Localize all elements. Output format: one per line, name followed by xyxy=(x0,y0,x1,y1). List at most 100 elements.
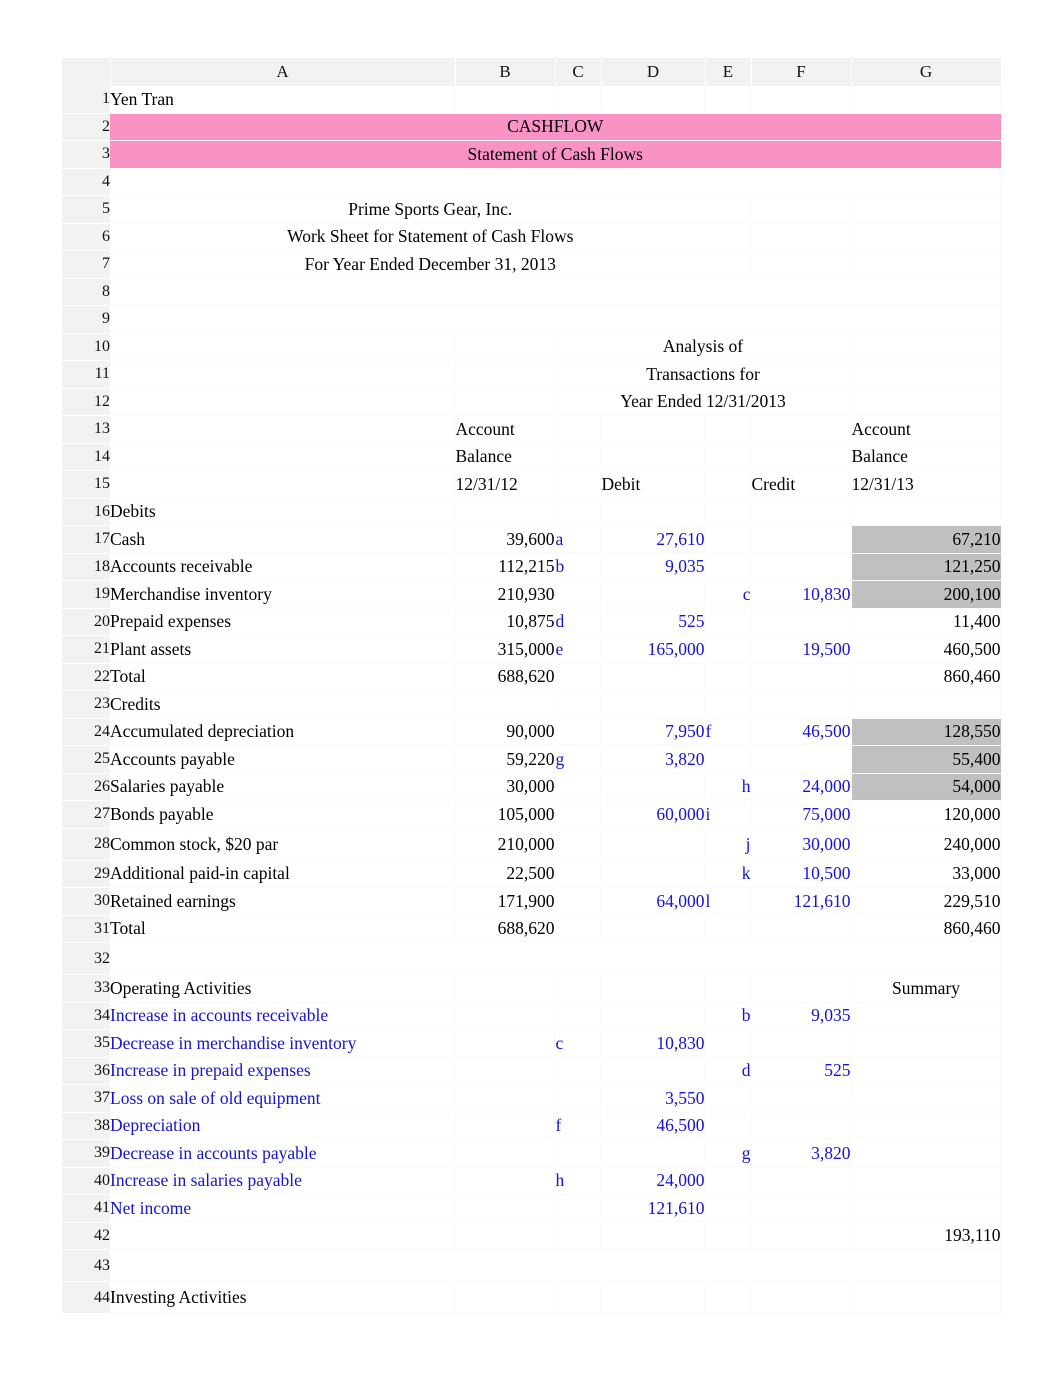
cell-credit-key[interactable] xyxy=(705,525,752,554)
cell-operating-item[interactable]: Decrease in accounts payable xyxy=(110,1139,456,1168)
row-header-13[interactable]: 13 xyxy=(62,415,110,444)
cell-operating-debit-key[interactable] xyxy=(555,1057,602,1085)
cell-a14[interactable] xyxy=(110,443,456,471)
cell-b42[interactable] xyxy=(455,1222,556,1250)
cell-operating-debit[interactable]: 10,830 xyxy=(601,1029,706,1058)
cell-operating-credit[interactable]: 525 xyxy=(751,1057,852,1085)
cell-b34[interactable] xyxy=(455,1002,556,1030)
cell-operating-item[interactable]: Loss on sale of old equipment xyxy=(110,1084,456,1113)
cell-summary-header[interactable]: Summary xyxy=(851,974,1002,1003)
row-header-14[interactable]: 14 xyxy=(62,443,110,471)
cell-b44[interactable] xyxy=(455,1281,556,1314)
cell-row32-blank[interactable] xyxy=(110,942,1002,975)
row-header-15[interactable]: 15 xyxy=(62,470,110,499)
cell-operating-debit-key[interactable] xyxy=(555,1002,602,1030)
cell-account-name[interactable]: Salaries payable xyxy=(110,773,456,801)
row-header-24[interactable]: 24 xyxy=(62,718,110,746)
cell-e23[interactable] xyxy=(705,690,752,719)
cell-operating-credit-key[interactable]: g xyxy=(705,1139,752,1168)
cell-g37[interactable] xyxy=(851,1084,1002,1113)
cell-a12[interactable] xyxy=(110,388,456,416)
cell-b40[interactable] xyxy=(455,1167,556,1195)
cell-analysis-line2[interactable]: Transactions for xyxy=(555,360,852,389)
cell-balance-12312013[interactable]: 11,400 xyxy=(851,608,1002,636)
cell-e1[interactable] xyxy=(705,86,752,114)
cell-balance-12312012[interactable]: 315,000 xyxy=(455,635,556,664)
cell-credit-amount[interactable]: 46,500 xyxy=(751,718,852,746)
cell-operating-item[interactable]: Increase in salaries payable xyxy=(110,1167,456,1195)
cell-g40[interactable] xyxy=(851,1167,1002,1195)
cell-balance-12312012[interactable]: 10,875 xyxy=(455,608,556,636)
cell-e22[interactable] xyxy=(705,663,752,691)
row-header-42[interactable]: 42 xyxy=(62,1222,110,1250)
cell-credit-amount[interactable] xyxy=(751,525,852,554)
spreadsheet-sheet[interactable]: A B C D E F G 1 Yen Tran 2 CASHFLOW 3 St… xyxy=(62,58,1002,1314)
cell-entry-key[interactable]: k xyxy=(705,860,752,888)
cell-balance-12312012[interactable]: 39,600 xyxy=(455,525,556,554)
cell-debit-key[interactable]: d xyxy=(555,608,602,636)
cell-operating-credit-key[interactable] xyxy=(705,1194,752,1223)
cell-credit-amount[interactable] xyxy=(751,608,852,636)
row-header-3[interactable]: 3 xyxy=(62,140,110,169)
cell-d16[interactable] xyxy=(601,498,706,526)
cell-company-name[interactable]: Prime Sports Gear, Inc. xyxy=(110,195,752,224)
row-header-25[interactable]: 25 xyxy=(62,745,110,774)
cell-operating-debit[interactable]: 24,000 xyxy=(601,1167,706,1195)
row-header-28[interactable]: 28 xyxy=(62,828,110,861)
cell-operating-credit[interactable] xyxy=(751,1112,852,1140)
cell-f14[interactable] xyxy=(751,443,852,471)
cell-debit-amount[interactable]: 165,000 xyxy=(601,635,706,664)
cell-balance-label-left[interactable]: Balance xyxy=(455,443,556,471)
cell-b23[interactable] xyxy=(455,690,556,719)
cell-g5[interactable] xyxy=(851,195,1002,224)
cell-debit-key[interactable]: b xyxy=(555,553,602,581)
cell-c13[interactable] xyxy=(555,415,602,444)
cell-c26[interactable] xyxy=(555,773,602,801)
cell-operating-debit-key[interactable] xyxy=(555,1084,602,1113)
cell-account-name[interactable]: Additional paid-in capital xyxy=(110,860,456,888)
cell-b1[interactable] xyxy=(455,86,556,114)
cell-operating-item[interactable]: Increase in accounts receivable xyxy=(110,1002,456,1030)
cell-operating-debit-key[interactable]: h xyxy=(555,1167,602,1195)
row-header-19[interactable]: 19 xyxy=(62,580,110,609)
cell-total-balance-12312013[interactable]: 860,460 xyxy=(851,915,1002,943)
cell-credit-key[interactable]: c xyxy=(705,580,752,609)
cell-c44[interactable] xyxy=(555,1281,602,1314)
cell-operating-debit-key[interactable] xyxy=(555,1194,602,1223)
column-header-f[interactable]: F xyxy=(751,58,852,86)
row-header-9[interactable]: 9 xyxy=(62,305,110,334)
cell-operating-debit-key[interactable] xyxy=(555,1139,602,1168)
cell-f22[interactable] xyxy=(751,663,852,691)
row-header-20[interactable]: 20 xyxy=(62,608,110,636)
row-header-7[interactable]: 7 xyxy=(62,250,110,279)
cell-g44[interactable] xyxy=(851,1281,1002,1314)
cell-balance-12312013[interactable]: 200,100 xyxy=(851,580,1002,609)
cell-credit-amount[interactable]: 24,000 xyxy=(751,773,852,801)
cell-d23[interactable] xyxy=(601,690,706,719)
cell-account-name[interactable]: Cash xyxy=(110,525,456,554)
column-header-c[interactable]: C xyxy=(555,58,602,86)
cell-g23[interactable] xyxy=(851,690,1002,719)
cell-f13[interactable] xyxy=(751,415,852,444)
cell-operating-credit-key[interactable]: d xyxy=(705,1057,752,1085)
cell-e15[interactable] xyxy=(705,470,752,499)
cell-g35[interactable] xyxy=(851,1029,1002,1058)
cell-balance-12312012[interactable]: 105,000 xyxy=(455,800,556,829)
cell-debit-header[interactable]: Debit xyxy=(601,470,706,499)
cell-c22[interactable] xyxy=(555,663,602,691)
cell-g36[interactable] xyxy=(851,1057,1002,1085)
row-header-36[interactable]: 36 xyxy=(62,1057,110,1085)
cell-account-name[interactable]: Merchandise inventory xyxy=(110,580,456,609)
cell-operating-debit[interactable]: 3,550 xyxy=(601,1084,706,1113)
row-header-30[interactable]: 30 xyxy=(62,887,110,916)
cell-operating-item[interactable]: Decrease in merchandise inventory xyxy=(110,1029,456,1058)
cell-g38[interactable] xyxy=(851,1112,1002,1140)
row-header-37[interactable]: 37 xyxy=(62,1084,110,1113)
cell-operating-summary-total[interactable]: 193,110 xyxy=(851,1222,1002,1250)
cell-c23[interactable] xyxy=(555,690,602,719)
cell-debit-amount[interactable]: 3,820 xyxy=(601,745,706,774)
cell-debit-amount[interactable] xyxy=(601,860,706,888)
cell-e31[interactable] xyxy=(705,915,752,943)
row-header-17[interactable]: 17 xyxy=(62,525,110,554)
cell-c16[interactable] xyxy=(555,498,602,526)
